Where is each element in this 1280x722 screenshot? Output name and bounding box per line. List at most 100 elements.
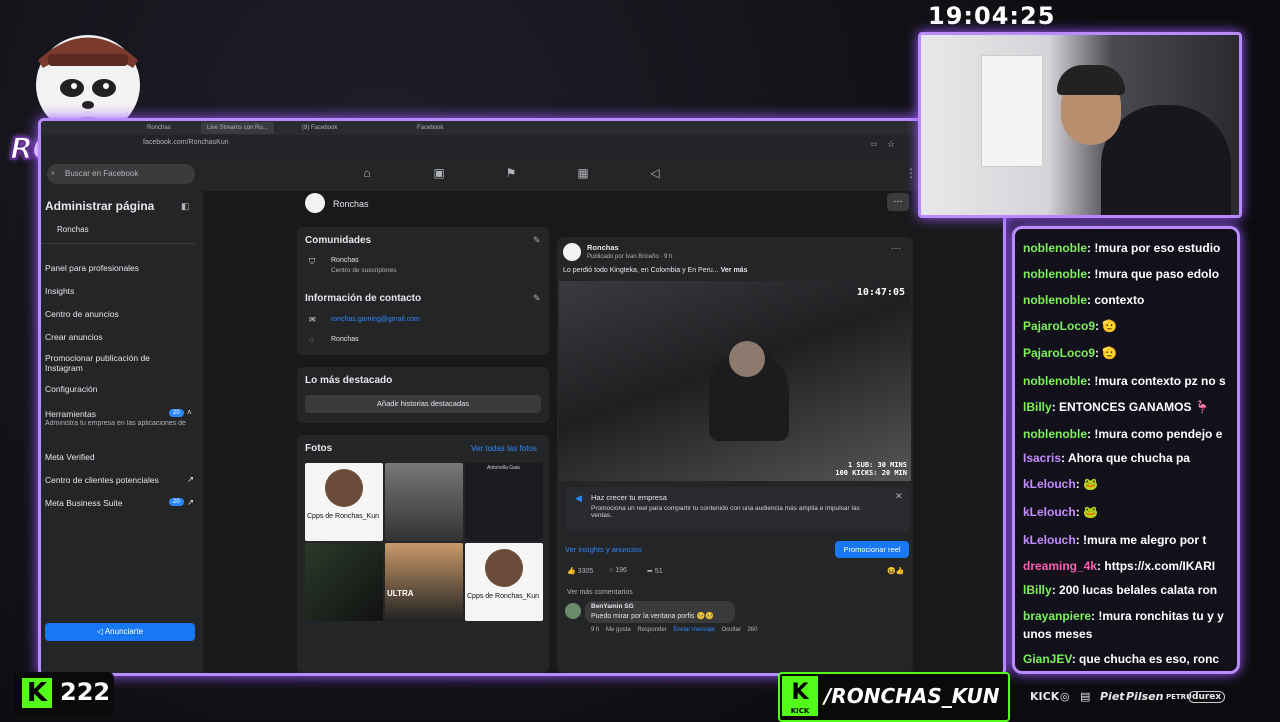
video-icon[interactable]: ▣ bbox=[431, 165, 447, 181]
browser-tab[interactable]: Facebook bbox=[411, 122, 449, 134]
more-icon[interactable]: … bbox=[891, 241, 901, 252]
sidebar-item-ad-center[interactable]: Centro de anuncios bbox=[45, 309, 195, 319]
photo-thumb[interactable]: Cpps de Ronchas_Kun bbox=[305, 463, 383, 541]
sidebar-item-meta-verified[interactable]: Meta Verified bbox=[45, 452, 195, 462]
chat-username[interactable]: brayanpiere bbox=[1023, 609, 1091, 623]
insights-link[interactable]: Ver insights y anuncios bbox=[565, 545, 642, 554]
post-body: Lo perdió todo Kingteka, en Colombia y E… bbox=[563, 267, 719, 274]
chat-username[interactable]: noblenoble bbox=[1023, 293, 1087, 307]
avatar[interactable] bbox=[305, 193, 325, 213]
promo-text: Promociona un reel para compartir tu con… bbox=[591, 505, 860, 519]
chat-username[interactable]: kLelouch bbox=[1023, 477, 1076, 491]
beanie-shape bbox=[1057, 65, 1125, 95]
comment-send-message[interactable]: Enviar mensaje bbox=[673, 627, 714, 633]
comment-author[interactable]: BenYamin SG bbox=[591, 603, 634, 610]
comment-like[interactable]: Me gusta bbox=[606, 627, 631, 633]
contact-messenger[interactable]: Ronchas bbox=[331, 336, 359, 343]
promo-title: Haz crecer tu empresa bbox=[591, 493, 667, 502]
chat-username[interactable]: Isacris bbox=[1023, 451, 1061, 465]
post-video[interactable]: 10:47:05 1 SUB: 30 MINS 100 KICKS: 20 MI… bbox=[559, 281, 911, 481]
chat-username[interactable]: lBilly bbox=[1023, 583, 1052, 597]
avatar[interactable] bbox=[565, 603, 581, 619]
sidebar-item-insights[interactable]: Insights bbox=[45, 286, 195, 296]
flag-icon[interactable]: ⚑ bbox=[503, 165, 519, 181]
chat-username[interactable]: noblenoble bbox=[1023, 241, 1087, 255]
chat-username[interactable]: kLelouch bbox=[1023, 533, 1076, 547]
photo-thumb[interactable]: Antonella Gaia bbox=[465, 463, 543, 541]
avatar bbox=[325, 469, 363, 507]
home-icon[interactable]: ⌂ bbox=[359, 165, 375, 181]
see-more-link[interactable]: Ver más bbox=[721, 267, 748, 274]
collapse-icon[interactable]: ◧ bbox=[181, 201, 190, 212]
reactions-icon: 😆👍 bbox=[887, 568, 905, 575]
edit-icon[interactable]: ✎ bbox=[533, 235, 541, 246]
advertise-button[interactable]: ◁ Anunciarte bbox=[45, 623, 195, 641]
more-comments-link[interactable]: Ver más comentarios bbox=[567, 589, 633, 596]
shares-stat[interactable]: ➦ 51 bbox=[647, 567, 663, 575]
stream-clock: 19:04:25 bbox=[928, 2, 1056, 30]
browser-tab[interactable]: Ronchas bbox=[141, 122, 177, 134]
sidebar-item-label: Herramientas bbox=[45, 409, 97, 419]
sidebar-item-business-suite[interactable]: Meta Business Suite 20 ↗ bbox=[45, 497, 195, 508]
comment-reply[interactable]: Responder bbox=[637, 627, 666, 633]
page-name[interactable]: Ronchas bbox=[333, 199, 369, 209]
close-icon[interactable]: ✕ bbox=[895, 491, 903, 502]
megaphone-icon[interactable]: ◁ bbox=[647, 165, 663, 181]
sidebar-item-promote-instagram[interactable]: Promocionar publicación de Instagram bbox=[45, 353, 165, 373]
browser-tab[interactable]: (9) Facebook bbox=[296, 122, 343, 134]
sidebar-item-create-ads[interactable]: Crear anuncios bbox=[45, 332, 195, 342]
contact-title: Información de contacto bbox=[305, 293, 422, 304]
browser-tab[interactable]: Live Streams con Ro... bbox=[201, 122, 274, 134]
community-name[interactable]: Ronchas bbox=[331, 257, 359, 264]
avatar[interactable] bbox=[563, 243, 581, 261]
promote-reel-button[interactable]: Promocionar reel bbox=[835, 541, 909, 558]
add-highlights-button[interactable]: Añadir historias destacadas bbox=[305, 395, 541, 413]
photo-thumb[interactable]: ULTRA bbox=[385, 543, 463, 621]
sidebar-item-leads-center[interactable]: Centro de clientes potenciales ↗ bbox=[45, 474, 195, 485]
chat-text: 200 lucas belales calata ron bbox=[1059, 583, 1218, 597]
menu-grid-icon[interactable]: ⋮ bbox=[903, 165, 919, 181]
search-input[interactable]: Buscar en Facebook bbox=[47, 164, 195, 184]
address-text: facebook.com/RonchasKun bbox=[143, 139, 229, 146]
sidebar-item-settings[interactable]: Configuración bbox=[45, 384, 195, 394]
address-bar[interactable]: facebook.com/RonchasKun ▭ ☆ bbox=[41, 135, 1003, 157]
chat-message: noblenoble: !mura como pendejo e bbox=[1023, 427, 1237, 441]
chat-message: PajaroLoco9: 🫡 bbox=[1023, 319, 1237, 333]
chat-username[interactable]: GianJEV bbox=[1023, 652, 1072, 666]
chat-username[interactable]: noblenoble bbox=[1023, 267, 1087, 281]
comment-icon: ○ bbox=[609, 567, 614, 574]
chat-message: kLelouch: 🐸 bbox=[1023, 505, 1237, 519]
post-author[interactable]: Ronchas bbox=[587, 243, 619, 252]
marketplace-icon[interactable]: ▦ bbox=[575, 165, 591, 181]
more-options-button[interactable]: … bbox=[887, 193, 909, 211]
edit-icon[interactable]: ✎ bbox=[533, 293, 541, 304]
comment-hide[interactable]: Ocultar bbox=[721, 627, 740, 633]
channel-handle: K KICK /RONCHAS_KUN bbox=[778, 672, 1010, 722]
likes-stat[interactable]: 👍 3305 bbox=[567, 567, 593, 575]
chat-username[interactable]: kLelouch bbox=[1023, 505, 1076, 519]
comments-stat[interactable]: ○ 196 bbox=[609, 567, 627, 574]
sidebar-page-name[interactable]: Ronchas bbox=[57, 225, 89, 234]
photo-caption: Cpps de Ronchas_Kun bbox=[307, 513, 379, 520]
photos-card: Fotos Ver todas las fotos Cpps de Roncha… bbox=[297, 435, 549, 673]
star-icon[interactable]: ☆ bbox=[887, 139, 895, 150]
see-all-photos-link[interactable]: Ver todas las fotos bbox=[471, 444, 537, 453]
photo-thumb[interactable]: Cpps de Ronchas_Kun bbox=[465, 543, 543, 621]
chat-username[interactable]: PajaroLoco9 bbox=[1023, 346, 1095, 360]
chat-username[interactable]: lBilly bbox=[1023, 400, 1052, 414]
photo-thumb[interactable] bbox=[385, 463, 463, 541]
sidebar-item-tools[interactable]: Herramientas 20 ˄ Administra tu empresa … bbox=[45, 408, 195, 427]
sidebar-item-panel[interactable]: Panel para profesionales bbox=[45, 263, 195, 273]
chat-username[interactable]: noblenoble bbox=[1023, 374, 1087, 388]
photo-thumb[interactable] bbox=[305, 543, 383, 621]
chat-text: contexto bbox=[1094, 293, 1145, 307]
post-meta: Publicado por Ivan Briceño · 9 h · bbox=[587, 254, 677, 260]
shield-icon: ⛉ bbox=[309, 257, 315, 266]
chat-username[interactable]: dreaming_4k bbox=[1023, 559, 1097, 573]
chat-username[interactable]: PajaroLoco9 bbox=[1023, 319, 1095, 333]
sub-line: 1 SUB: 30 MINS bbox=[847, 461, 907, 469]
cast-icon[interactable]: ▭ bbox=[871, 140, 878, 148]
chat-message: PajaroLoco9: 🫡 bbox=[1023, 346, 1237, 360]
contact-email[interactable]: ronchas.gaming@gmail.com bbox=[331, 316, 420, 323]
chat-username[interactable]: noblenoble bbox=[1023, 427, 1087, 441]
